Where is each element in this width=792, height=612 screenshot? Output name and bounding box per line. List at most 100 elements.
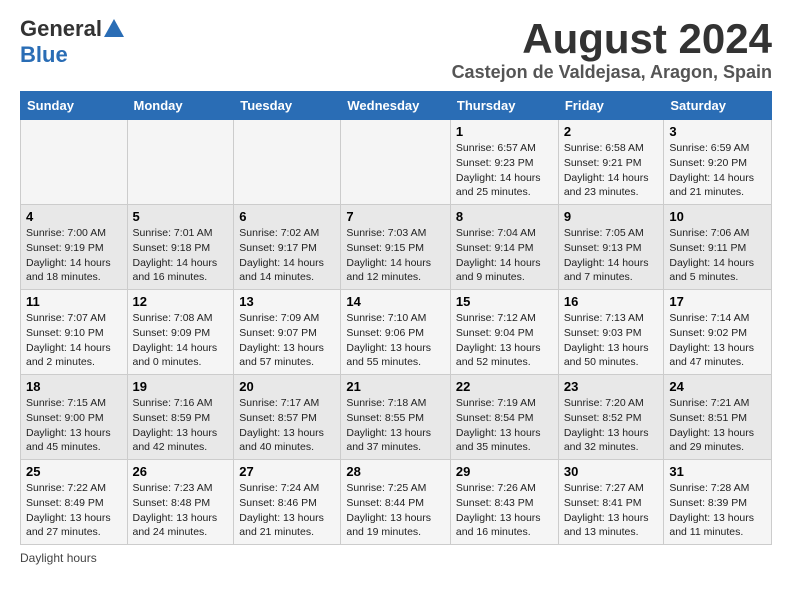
day-number: 20 [239, 379, 335, 394]
day-detail: Sunrise: 7:27 AM Sunset: 8:41 PM Dayligh… [564, 481, 659, 540]
calendar-cell [21, 120, 128, 205]
calendar-cell [127, 120, 234, 205]
calendar-cell: 26Sunrise: 7:23 AM Sunset: 8:48 PM Dayli… [127, 460, 234, 545]
day-number: 27 [239, 464, 335, 479]
calendar-cell: 8 Sunrise: 7:04 AM Sunset: 9:14 PM Daylig… [450, 205, 558, 290]
day-number: 25 [26, 464, 122, 479]
header-cell-thursday: Thursday [450, 92, 558, 120]
week-row: 18 Sunrise: 7:15 AM Sunset: 9:00 PM Dayli… [21, 375, 772, 460]
calendar-cell: 31 Sunrise: 7:28 AM Sunset: 8:39 PM Dayli… [664, 460, 772, 545]
day-detail: Sunrise: 7:04 AM Sunset: 9:14 PM Dayligh… [456, 226, 553, 285]
day-number: 21 [346, 379, 445, 394]
day-detail: Sunrise: 7:00 AM Sunset: 9:19 PM Dayligh… [26, 226, 122, 285]
logo-general-text: General [20, 16, 102, 42]
day-number: 14 [346, 294, 445, 309]
daylight-label: Daylight hours [20, 551, 97, 565]
header: General Blue August 2024 Castejon de Val… [20, 16, 772, 83]
day-number: 30 [564, 464, 659, 479]
week-row: 4Sunrise: 7:00 AM Sunset: 9:19 PM Daylig… [21, 205, 772, 290]
day-detail: Sunrise: 7:24 AM Sunset: 8:46 PM Dayligh… [239, 481, 335, 540]
day-detail: Sunrise: 7:17 AM Sunset: 8:57 PM Dayligh… [239, 396, 335, 455]
day-detail: Sunrise: 7:21 AM Sunset: 8:51 PM Dayligh… [669, 396, 766, 455]
calendar-table: SundayMondayTuesdayWednesdayThursdayFrid… [20, 91, 772, 545]
day-detail: Sunrise: 7:05 AM Sunset: 9:13 PM Dayligh… [564, 226, 659, 285]
footer-note: Daylight hours [20, 551, 772, 565]
day-detail: Sunrise: 7:16 AM Sunset: 8:59 PM Dayligh… [133, 396, 229, 455]
header-cell-monday: Monday [127, 92, 234, 120]
header-row: SundayMondayTuesdayWednesdayThursdayFrid… [21, 92, 772, 120]
calendar-cell: 20 Sunrise: 7:17 AM Sunset: 8:57 PM Dayli… [234, 375, 341, 460]
calendar-cell: 15Sunrise: 7:12 AM Sunset: 9:04 PM Dayli… [450, 290, 558, 375]
day-number: 16 [564, 294, 659, 309]
day-detail: Sunrise: 7:01 AM Sunset: 9:18 PM Dayligh… [133, 226, 229, 285]
day-number: 26 [133, 464, 229, 479]
calendar-cell: 23Sunrise: 7:20 AM Sunset: 8:52 PM Dayli… [558, 375, 664, 460]
calendar-cell [341, 120, 451, 205]
day-number: 24 [669, 379, 766, 394]
day-detail: Sunrise: 7:28 AM Sunset: 8:39 PM Dayligh… [669, 481, 766, 540]
calendar-cell: 11Sunrise: 7:07 AM Sunset: 9:10 PM Dayli… [21, 290, 128, 375]
day-number: 8 [456, 209, 553, 224]
day-detail: Sunrise: 7:08 AM Sunset: 9:09 PM Dayligh… [133, 311, 229, 370]
calendar-cell: 24 Sunrise: 7:21 AM Sunset: 8:51 PM Dayli… [664, 375, 772, 460]
day-detail: Sunrise: 7:14 AM Sunset: 9:02 PM Dayligh… [669, 311, 766, 370]
calendar-body: 1 Sunrise: 6:57 AM Sunset: 9:23 PM Daylig… [21, 120, 772, 545]
calendar-cell: 30 Sunrise: 7:27 AM Sunset: 8:41 PM Dayli… [558, 460, 664, 545]
day-detail: Sunrise: 6:59 AM Sunset: 9:20 PM Dayligh… [669, 141, 766, 200]
calendar-cell: 5 Sunrise: 7:01 AM Sunset: 9:18 PM Daylig… [127, 205, 234, 290]
calendar-cell: 2 Sunrise: 6:58 AM Sunset: 9:21 PM Daylig… [558, 120, 664, 205]
calendar-cell: 12 Sunrise: 7:08 AM Sunset: 9:09 PM Dayli… [127, 290, 234, 375]
day-detail: Sunrise: 7:15 AM Sunset: 9:00 PM Dayligh… [26, 396, 122, 455]
calendar-cell: 18 Sunrise: 7:15 AM Sunset: 9:00 PM Dayli… [21, 375, 128, 460]
day-number: 5 [133, 209, 229, 224]
calendar-cell: 13Sunrise: 7:09 AM Sunset: 9:07 PM Dayli… [234, 290, 341, 375]
calendar-cell: 27 Sunrise: 7:24 AM Sunset: 8:46 PM Dayli… [234, 460, 341, 545]
logo-triangle-icon [104, 19, 124, 37]
calendar-cell: 9 Sunrise: 7:05 AM Sunset: 9:13 PM Daylig… [558, 205, 664, 290]
day-number: 28 [346, 464, 445, 479]
day-number: 9 [564, 209, 659, 224]
calendar-cell: 21Sunrise: 7:18 AM Sunset: 8:55 PM Dayli… [341, 375, 451, 460]
day-detail: Sunrise: 7:06 AM Sunset: 9:11 PM Dayligh… [669, 226, 766, 285]
week-row: 1 Sunrise: 6:57 AM Sunset: 9:23 PM Daylig… [21, 120, 772, 205]
day-number: 22 [456, 379, 553, 394]
day-detail: Sunrise: 7:03 AM Sunset: 9:15 PM Dayligh… [346, 226, 445, 285]
day-number: 12 [133, 294, 229, 309]
day-detail: Sunrise: 7:19 AM Sunset: 8:54 PM Dayligh… [456, 396, 553, 455]
day-detail: Sunrise: 7:22 AM Sunset: 8:49 PM Dayligh… [26, 481, 122, 540]
day-number: 17 [669, 294, 766, 309]
calendar-cell: 22 Sunrise: 7:19 AM Sunset: 8:54 PM Dayli… [450, 375, 558, 460]
day-number: 2 [564, 124, 659, 139]
week-row: 25 Sunrise: 7:22 AM Sunset: 8:49 PM Dayli… [21, 460, 772, 545]
month-title: August 2024 [452, 16, 772, 62]
day-detail: Sunrise: 7:12 AM Sunset: 9:04 PM Dayligh… [456, 311, 553, 370]
day-number: 13 [239, 294, 335, 309]
day-detail: Sunrise: 6:57 AM Sunset: 9:23 PM Dayligh… [456, 141, 553, 200]
day-number: 18 [26, 379, 122, 394]
day-number: 7 [346, 209, 445, 224]
day-detail: Sunrise: 7:13 AM Sunset: 9:03 PM Dayligh… [564, 311, 659, 370]
day-number: 31 [669, 464, 766, 479]
day-detail: Sunrise: 7:07 AM Sunset: 9:10 PM Dayligh… [26, 311, 122, 370]
calendar-cell: 25 Sunrise: 7:22 AM Sunset: 8:49 PM Dayli… [21, 460, 128, 545]
calendar-cell: 19Sunrise: 7:16 AM Sunset: 8:59 PM Dayli… [127, 375, 234, 460]
day-detail: Sunrise: 7:25 AM Sunset: 8:44 PM Dayligh… [346, 481, 445, 540]
logo: General Blue [20, 16, 124, 68]
calendar-cell [234, 120, 341, 205]
day-number: 10 [669, 209, 766, 224]
day-number: 1 [456, 124, 553, 139]
calendar-header: SundayMondayTuesdayWednesdayThursdayFrid… [21, 92, 772, 120]
logo-blue-text: Blue [20, 42, 68, 68]
day-number: 3 [669, 124, 766, 139]
calendar-cell: 17 Sunrise: 7:14 AM Sunset: 9:02 PM Dayli… [664, 290, 772, 375]
day-detail: Sunrise: 7:02 AM Sunset: 9:17 PM Dayligh… [239, 226, 335, 285]
header-cell-saturday: Saturday [664, 92, 772, 120]
day-detail: Sunrise: 6:58 AM Sunset: 9:21 PM Dayligh… [564, 141, 659, 200]
calendar-cell: 28 Sunrise: 7:25 AM Sunset: 8:44 PM Dayli… [341, 460, 451, 545]
day-number: 29 [456, 464, 553, 479]
header-cell-friday: Friday [558, 92, 664, 120]
location-title: Castejon de Valdejasa, Aragon, Spain [452, 62, 772, 83]
day-number: 23 [564, 379, 659, 394]
day-detail: Sunrise: 7:26 AM Sunset: 8:43 PM Dayligh… [456, 481, 553, 540]
calendar-cell: 14Sunrise: 7:10 AM Sunset: 9:06 PM Dayli… [341, 290, 451, 375]
